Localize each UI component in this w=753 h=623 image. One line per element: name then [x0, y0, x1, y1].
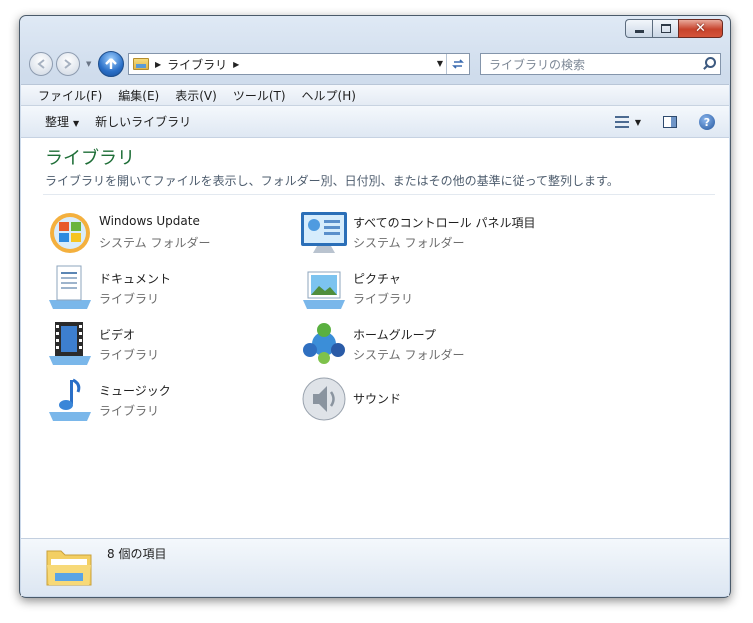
menu-tools[interactable]: ツール(T)	[225, 87, 294, 104]
help-icon[interactable]: ?	[699, 114, 715, 130]
back-arrow-icon	[37, 59, 45, 69]
documents-icon	[49, 265, 91, 309]
page-description: ライブラリを開いてファイルを表示し、フォルダー別、日付別、またはその他の基準に従…	[45, 174, 619, 188]
up-button[interactable]	[98, 51, 124, 77]
item-name: ミュージック	[99, 384, 171, 398]
address-history-dropdown[interactable]: ▼	[437, 59, 443, 68]
refresh-button[interactable]	[446, 54, 469, 74]
list-item[interactable]: すべてのコントロール パネル項目 システム フォルダー	[299, 206, 549, 256]
menu-file[interactable]: ファイル(F)	[21, 87, 110, 104]
sound-icon	[302, 377, 346, 421]
minimize-button[interactable]	[625, 19, 652, 38]
organize-label: 整理	[45, 115, 70, 129]
item-type: ライブラリ	[99, 348, 160, 362]
item-name: ピクチャ	[353, 272, 401, 286]
new-library-button[interactable]: 新しいライブラリ	[87, 113, 199, 130]
maximize-button[interactable]	[652, 19, 678, 38]
item-type: ライブラリ	[353, 292, 414, 306]
item-name: Windows Update	[99, 214, 200, 228]
navigation-bar: ▼ ▶ ライブラリ ▶ ▼ ライブラリの検索	[29, 50, 721, 78]
item-name: すべてのコントロール パネル項目	[353, 216, 536, 230]
breadcrumb-separator-icon[interactable]: ▶	[233, 60, 239, 69]
page-title: ライブラリ	[45, 148, 135, 169]
change-view-icon[interactable]	[614, 115, 629, 129]
windows-update-icon	[50, 213, 90, 253]
item-name: サウンド	[353, 392, 402, 406]
content-pane: ライブラリ ライブラリを開いてファイルを表示し、フォルダー別、日付別、またはその…	[21, 138, 729, 538]
list-item[interactable]: Windows Update システム フォルダー	[45, 206, 295, 256]
close-icon: ✕	[695, 21, 706, 36]
search-icon[interactable]	[700, 56, 716, 72]
recent-pages-dropdown[interactable]: ▼	[86, 60, 91, 68]
pictures-icon	[303, 271, 345, 309]
command-bar: 整理 ▼ 新しいライブラリ ▼ ?	[21, 106, 729, 138]
item-type: ライブラリ	[99, 292, 160, 306]
view-options-dropdown[interactable]: ▼	[635, 118, 641, 127]
caption-buttons: ✕	[625, 19, 723, 38]
item-type: システム フォルダー	[99, 236, 211, 250]
organize-button[interactable]: 整理 ▼	[21, 113, 87, 130]
videos-icon	[49, 322, 91, 365]
list-item[interactable]: ビデオ ライブラリ	[45, 318, 295, 368]
address-bar[interactable]: ▶ ライブラリ ▶ ▼	[128, 53, 470, 75]
music-icon	[49, 378, 91, 421]
list-item[interactable]: サウンド	[299, 374, 549, 424]
menu-help[interactable]: ヘルプ(H)	[294, 87, 364, 104]
refresh-icon	[452, 59, 464, 69]
menu-view[interactable]: 表示(V)	[167, 87, 225, 104]
library-folder-icon	[46, 550, 92, 586]
explorer-window: ✕ ▼ ▶ ライブラリ ▶ ▼ ライブラリの検索 ファイル(F) 編集(E) 表…	[19, 15, 731, 598]
preview-pane-icon[interactable]	[663, 116, 677, 128]
forward-button[interactable]	[56, 52, 80, 76]
item-type: システム フォルダー	[353, 348, 465, 362]
back-button[interactable]	[29, 52, 53, 76]
item-type: システム フォルダー	[353, 236, 465, 250]
list-item[interactable]: ピクチャ ライブラリ	[299, 262, 549, 312]
breadcrumb-libraries[interactable]: ライブラリ	[167, 56, 227, 73]
maximize-icon	[660, 24, 671, 33]
list-item[interactable]: ホームグループ システム フォルダー	[299, 318, 549, 368]
item-name: ドキュメント	[99, 272, 172, 286]
menu-bar: ファイル(F) 編集(E) 表示(V) ツール(T) ヘルプ(H)	[21, 84, 729, 106]
command-bar-right: ▼ ?	[614, 106, 729, 138]
forward-arrow-icon	[64, 59, 72, 69]
list-item[interactable]: ドキュメント ライブラリ	[45, 262, 295, 312]
list-item[interactable]: ミュージック ライブラリ	[45, 374, 295, 424]
chevron-down-icon: ▼	[73, 119, 80, 128]
breadcrumb-separator-icon[interactable]: ▶	[155, 60, 161, 69]
item-count: 8 個の項目	[107, 547, 167, 561]
search-input[interactable]: ライブラリの検索	[489, 56, 700, 73]
libraries-folder-icon	[133, 58, 149, 70]
close-button[interactable]: ✕	[678, 19, 723, 38]
item-name: ビデオ	[99, 328, 136, 342]
divider	[43, 194, 715, 195]
control-panel-icon	[301, 212, 347, 253]
up-arrow-icon	[105, 58, 117, 69]
homegroup-icon	[303, 323, 345, 364]
item-type: ライブラリ	[99, 404, 160, 418]
status-bar: 8 個の項目	[21, 538, 729, 596]
item-name: ホームグループ	[353, 328, 436, 342]
minimize-icon	[634, 30, 644, 33]
menu-edit[interactable]: 編集(E)	[110, 87, 167, 104]
search-box[interactable]: ライブラリの検索	[480, 53, 721, 75]
